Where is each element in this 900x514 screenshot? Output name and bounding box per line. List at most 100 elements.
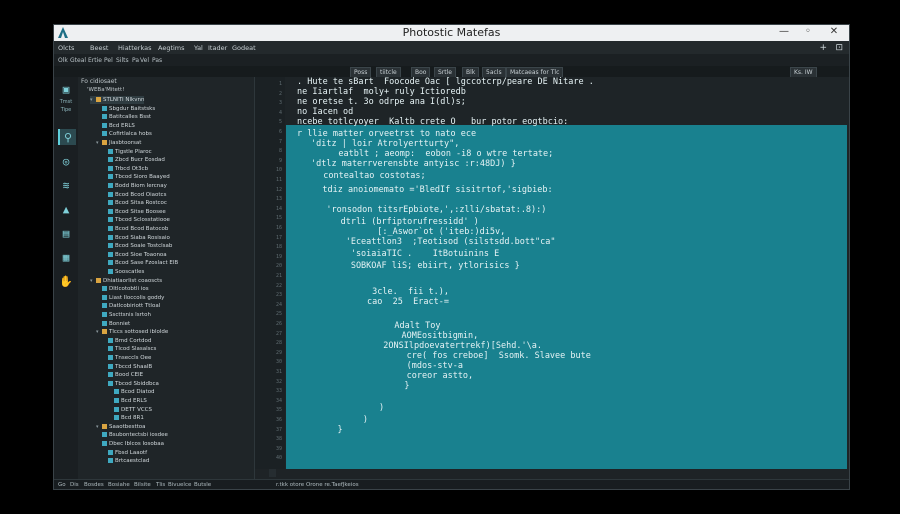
file-item[interactable]: Tbccd ShaalB — [102, 363, 152, 371]
search-icon[interactable]: ⚲ — [58, 129, 76, 145]
code-line[interactable]: [:_Aswor`ot ('iteb:)di5v, — [321, 227, 505, 237]
code-line[interactable]: ncebe totlcyoyer Kaltb crete O bur potor… — [297, 117, 568, 127]
toolbar-item[interactable]: Pel — [104, 57, 113, 64]
file-item[interactable]: Zbcd Bucr Eosdad — [102, 156, 165, 164]
toolbar-item[interactable]: Olk — [58, 57, 68, 64]
code-line[interactable]: 'ronsodon titsrEpbiote,',:zlli/sbatat:.8… — [311, 205, 546, 215]
file-item[interactable]: Bcod Sitsa Rostcoc — [102, 199, 167, 207]
menu-item[interactable]: Godeat — [232, 44, 256, 52]
menu-item[interactable]: Aegtims — [158, 44, 185, 52]
code-line[interactable]: cre( fos creboe] Ssomk. Slavee bute — [335, 351, 591, 361]
menu-item[interactable]: Beest — [90, 44, 108, 52]
code-line[interactable]: (mdos-stv-a — [335, 361, 463, 371]
file-item[interactable]: Tbcod Sclosstatiooe — [102, 216, 170, 224]
file-item[interactable]: Sooscatles — [102, 268, 144, 276]
toolbar-item[interactable]: Pa — [132, 57, 139, 64]
file-item[interactable]: Liast Iloccolis goddy — [96, 294, 164, 302]
file-item[interactable]: Fbsd Laaotf — [102, 449, 147, 457]
folder-item[interactable]: ▾ Saaotbesttoa — [96, 423, 146, 431]
code-line[interactable]: ) — [327, 415, 368, 425]
file-item[interactable]: Bonniet — [96, 320, 130, 328]
code-editor[interactable]: . Hute te sBart Foocode Oac [ lgccotcrp/… — [285, 77, 849, 469]
code-line[interactable]: cao 25 Eract-= — [321, 297, 449, 307]
code-line[interactable]: } — [317, 425, 342, 435]
menu-item[interactable]: Yal — [194, 44, 203, 52]
extensions-icon[interactable]: ▲ — [58, 201, 74, 217]
code-line[interactable]: no Iacen od — [297, 107, 353, 117]
file-item[interactable]: Bcod Sitse Boosee — [102, 208, 166, 216]
code-line[interactable]: Adalt Toy — [333, 321, 440, 331]
file-item[interactable]: Bcd ERLS — [96, 122, 135, 130]
code-line[interactable]: 'ditz | loir Atrolyertturty", — [311, 139, 459, 149]
status-item[interactable]: Butsle — [194, 482, 211, 488]
code-line[interactable]: eatblt ; aeomp: eobon -i8 o wtre tertate… — [323, 149, 553, 159]
folder-item[interactable]: ▾ Tlccs sottosed iblolde — [96, 328, 168, 336]
file-item[interactable]: Bcod Sase Fzoslact ElB — [102, 259, 178, 267]
file-item[interactable]: Sscttsnis Isrtoh — [96, 311, 151, 319]
file-item[interactable]: Bcod Sioe Toaonoa — [102, 251, 167, 259]
file-item[interactable]: Datlcobiriott Ttloal — [96, 302, 160, 310]
file-item[interactable]: Bcod Bcod Oiaotcs — [102, 191, 166, 199]
file-item[interactable]: Tbcod Sioro Baayed — [102, 173, 170, 181]
file-item[interactable]: Bsubontectsbi iosdee — [96, 431, 168, 439]
explorer-root[interactable]: 'WEBa'Mitett! — [87, 87, 124, 93]
layout-icon[interactable]: ⊡ — [835, 43, 843, 53]
toolbar-item[interactable]: Vel — [140, 57, 149, 64]
file-item[interactable]: Cofirtlalca hobs — [96, 130, 152, 138]
file-item[interactable]: Dltlcotobtli ios — [96, 285, 149, 293]
code-line[interactable]: . Hute te sBart Foocode Oac [ lgccotcrp/… — [297, 77, 594, 87]
file-item[interactable]: Dbec Iblcos Iosobaa — [96, 440, 164, 448]
source-control-icon[interactable]: ◎ — [58, 153, 74, 169]
folder-item[interactable]: ▾ STLNITI Nlkvnn — [90, 96, 145, 104]
file-item[interactable]: Bmd Cortdod — [102, 337, 151, 345]
file-item[interactable]: Bcd 8R1 — [108, 414, 144, 422]
file-item[interactable]: Bcod Diatod — [108, 388, 155, 396]
toolbar-item[interactable]: Silts — [116, 57, 129, 64]
file-item[interactable]: Bcod Bcod Batocob — [102, 225, 168, 233]
status-item[interactable]: Tlis — [156, 482, 165, 488]
menu-item[interactable]: Itader — [208, 44, 227, 52]
file-item[interactable]: Tnseccls Oee — [102, 354, 151, 362]
status-item[interactable]: Dis — [70, 482, 79, 488]
folder-item[interactable]: ▾ Jiasbtoorsat — [96, 139, 141, 147]
code-line[interactable]: r llie matter orveetrst to nato ece — [297, 129, 476, 139]
wifi-icon[interactable]: ≋ — [58, 177, 74, 193]
code-line[interactable]: 'dtlz materrverensbte antyisc :r:48DJ) } — [311, 159, 516, 169]
toolbar-item[interactable]: Pas — [152, 57, 162, 64]
file-item[interactable]: Sbgdur Baitstsks — [96, 105, 155, 113]
code-line[interactable]: 3cle. fii t.), — [321, 287, 449, 297]
status-item[interactable]: Bosdes — [84, 482, 104, 488]
file-item[interactable]: Tbcod Sbiddbca — [102, 380, 159, 388]
add-icon[interactable]: + — [819, 43, 827, 53]
code-line[interactable]: dtrli (brfiptorufressidd' ) — [315, 217, 479, 227]
file-item[interactable]: DETT VCCS — [108, 406, 152, 414]
toolbar-item[interactable]: Ertie — [88, 57, 102, 64]
file-item[interactable]: Tlcod Slasalscs — [102, 345, 156, 353]
code-line[interactable]: SOBKOAF liS; ebiirt, ytlorisics } — [315, 261, 520, 271]
code-line[interactable]: } — [343, 381, 409, 391]
status-item[interactable]: Bilsite — [134, 482, 151, 488]
status-item[interactable]: Bosiahe — [108, 482, 130, 488]
toolbar-item[interactable]: Gteal — [70, 57, 86, 64]
folder-item[interactable]: ▾ Dhiatiaorlist coaoscts — [90, 277, 162, 285]
code-line[interactable]: tdiz anoiomemato ='BledIf sisitrtof,'sig… — [307, 185, 552, 195]
file-item[interactable]: Trbcd Ot3cb — [102, 165, 148, 173]
debug-icon[interactable]: ▤ — [58, 225, 74, 241]
menu-item[interactable]: Hiatterkas — [118, 44, 151, 52]
code-line[interactable]: 'soiaiaTIC . ItBotuinins E — [315, 249, 499, 259]
file-item[interactable]: Bodd Biom Iercnay — [102, 182, 167, 190]
code-line[interactable]: ) — [333, 403, 384, 413]
status-item[interactable]: Bivuelce — [168, 482, 191, 488]
hand-icon[interactable]: ✋ — [58, 273, 74, 289]
status-item[interactable]: Go — [58, 482, 66, 488]
file-item[interactable]: Bcd ERLS — [108, 397, 147, 405]
code-line[interactable]: 'Eceattlon3 ;Teotisod (silstsdd.bott"ca" — [315, 237, 556, 247]
code-line[interactable]: 2ONSIlpdoevatertrekf)[Sehd.'\a. — [327, 341, 542, 351]
code-line[interactable]: coreor astto, — [335, 371, 474, 381]
maximize-button[interactable]: ◦ — [801, 26, 815, 37]
minimize-button[interactable]: — — [777, 26, 791, 37]
close-button[interactable]: ✕ — [827, 26, 841, 37]
document-icon[interactable]: ▦ — [58, 249, 74, 265]
file-item[interactable]: Batitcalles Bsst — [96, 113, 151, 121]
file-item[interactable]: Brtcaestclad — [102, 457, 149, 465]
